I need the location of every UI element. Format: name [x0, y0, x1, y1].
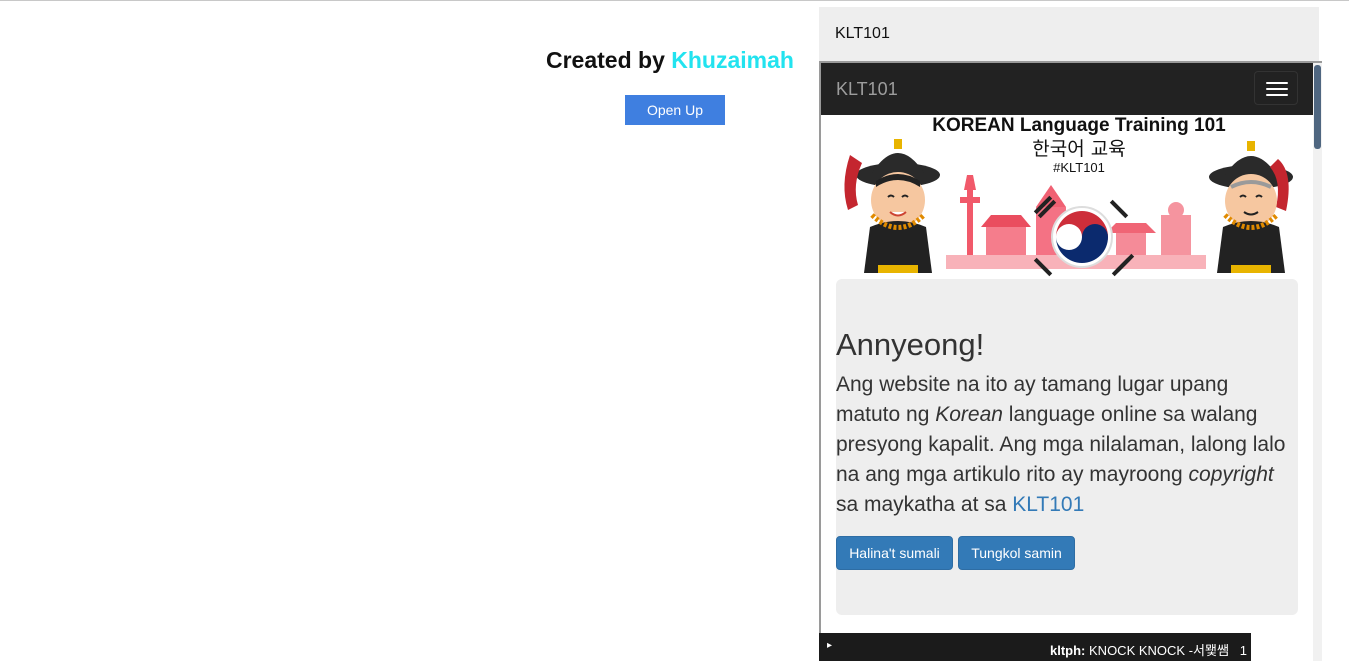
- banner-image: KOREAN Language Training 101 한국어 교육 #KLT…: [836, 115, 1298, 281]
- klt101-link[interactable]: KLT101: [1012, 493, 1084, 516]
- open-up-button[interactable]: Open Up: [625, 95, 725, 125]
- banner-subtitle: 한국어 교육: [1032, 138, 1125, 160]
- scrollbar-thumb[interactable]: [1314, 65, 1321, 149]
- play-arrow-icon[interactable]: ▸: [827, 640, 832, 651]
- preview-scrollbar[interactable]: [1313, 63, 1322, 661]
- hamburger-menu-icon[interactable]: [1254, 71, 1298, 105]
- navbar: KLT101: [821, 63, 1313, 115]
- preview-title: KLT101: [835, 25, 890, 42]
- jumbotron: Annyeong! Ang website na ito ay tamang l…: [836, 279, 1298, 615]
- credit-prefix: Created by: [546, 47, 665, 73]
- ticker-user: kltph:: [1050, 643, 1086, 658]
- credit-author: Khuzaimah: [671, 47, 794, 73]
- ticker-message: kltph: KNOCK KNOCK -서뫷쌤 1: [1050, 640, 1247, 659]
- character-right-illustration: [1209, 141, 1293, 273]
- jumbotron-text-emphasis-2: copyright: [1188, 463, 1274, 486]
- banner-hashtag: #KLT101: [1053, 160, 1105, 175]
- ticker-count: 1: [1239, 643, 1247, 658]
- credit-line: Created by Khuzaimah: [546, 47, 794, 74]
- about-us-button[interactable]: Tungkol samin: [958, 536, 1075, 570]
- jumbotron-text-part-3: sa maykatha at sa: [836, 493, 1013, 516]
- preview-title-bar: KLT101: [819, 7, 1319, 61]
- preview-frame[interactable]: KLT101 KOREAN Language Training 101 한국어 …: [819, 61, 1322, 661]
- jumbotron-heading: Annyeong!: [836, 327, 985, 362]
- top-divider: [0, 0, 1349, 1]
- chat-ticker[interactable]: ▸ kltph: KNOCK KNOCK -서뫷쌤 1: [819, 633, 1251, 661]
- ticker-text: KNOCK KNOCK -서뫷쌤: [1089, 643, 1229, 658]
- jumbotron-text-emphasis-1: Korean: [935, 403, 1003, 426]
- navbar-brand[interactable]: KLT101: [836, 79, 898, 100]
- jumbotron-text: Ang website na ito ay tamang lugar upang…: [836, 370, 1298, 520]
- join-button[interactable]: Halina't sumali: [836, 536, 953, 570]
- banner-title: KOREAN Language Training 101: [932, 115, 1226, 136]
- character-left-illustration: [844, 139, 940, 273]
